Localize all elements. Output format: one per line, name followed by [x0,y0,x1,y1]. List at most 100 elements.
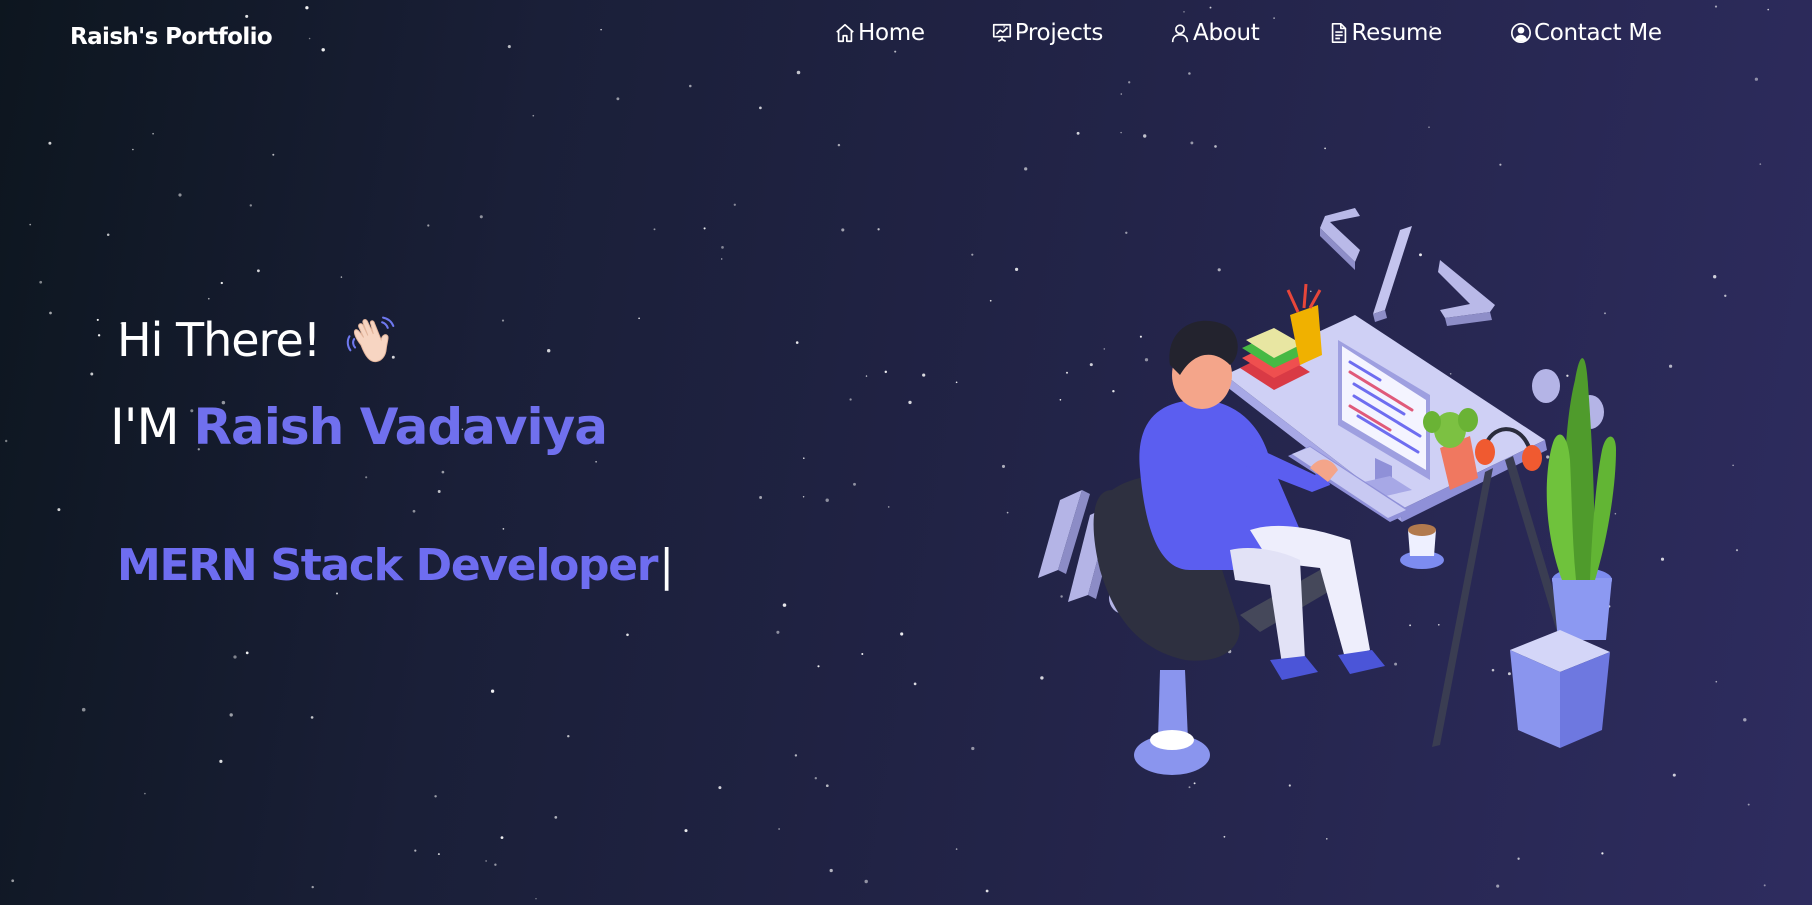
nav-home-link[interactable]: Home [834,20,925,46]
star [219,759,223,763]
star [595,461,597,463]
star [718,786,722,790]
user-icon [1171,24,1189,43]
star [1015,267,1019,271]
waving-hand-icon [346,316,395,363]
star [814,777,817,780]
nav-home-label: Home [858,20,925,46]
star [825,498,829,502]
star [144,792,146,795]
star [913,682,917,686]
star [96,318,99,321]
greeting-text: Hi There! [117,313,321,367]
nav-projects-link[interactable]: Projects [991,20,1103,46]
nav-contact-link[interactable]: Contact Me [1510,20,1662,46]
star [39,280,43,284]
star [49,311,52,315]
star [412,509,416,513]
star [985,889,989,893]
star [817,665,820,668]
star [778,828,780,830]
star [1735,549,1739,552]
star [106,233,110,237]
navbar: Raish's Portfolio Home Projects About Re… [0,0,1812,80]
star [1713,275,1717,279]
star [427,224,430,227]
nav-resume-label: Resume [1351,20,1443,46]
star [1324,147,1326,150]
brand-logo[interactable]: Raish's Portfolio [70,24,273,50]
star [1660,557,1665,561]
star [310,716,314,719]
star [689,84,692,88]
star [1517,857,1520,860]
star [971,746,975,751]
star [535,897,537,900]
star [567,734,570,738]
star [853,482,856,486]
star [547,349,551,353]
star [825,784,829,788]
star [955,381,958,384]
star [90,372,94,376]
nav-about-label: About [1193,20,1260,46]
star [220,281,223,285]
nav-about-link[interactable]: About [1169,20,1260,46]
star [1743,718,1747,722]
hero-greeting: Hi There! [117,312,398,368]
star [759,106,762,110]
star [759,496,763,499]
star [684,829,688,833]
nav-resume-link[interactable]: Resume [1328,20,1442,46]
developer-at-desk-illustration [1038,208,1616,775]
star [11,879,15,883]
star [803,457,805,459]
star [887,506,890,508]
star [1499,163,1502,166]
star [532,114,535,117]
star [490,689,495,693]
document-icon [1331,23,1346,43]
star [1732,464,1734,467]
star [849,398,852,401]
star [479,215,483,219]
star [1763,884,1766,887]
star [794,754,798,757]
nav-links: Home Projects About Resume Contact Me [834,20,1662,46]
star [908,400,912,405]
star [414,849,417,852]
star [152,132,154,135]
star [1214,145,1217,148]
star [782,603,787,607]
star [1496,884,1500,888]
star [1076,131,1080,135]
star [132,148,134,151]
star [365,476,368,479]
star [1024,167,1028,171]
star [626,633,629,637]
star [245,651,249,655]
star [502,528,505,530]
star [1668,364,1673,368]
star [256,269,260,273]
star [989,299,992,302]
nav-contact-label: Contact Me [1533,20,1662,46]
star [1001,464,1006,468]
star [29,223,32,226]
star [971,253,974,256]
star [1223,835,1226,838]
star [638,317,640,320]
star [922,373,926,377]
star [829,868,833,873]
star [249,204,252,207]
star [434,795,437,798]
star [795,341,799,344]
star [272,153,275,156]
code-symbol-icon [1320,208,1495,326]
star [776,630,780,634]
star [336,592,338,595]
star [57,508,61,512]
presentation-chart-icon [992,23,1011,42]
hero-role: MERN Stack Developer| [117,540,674,591]
star [1006,511,1009,514]
